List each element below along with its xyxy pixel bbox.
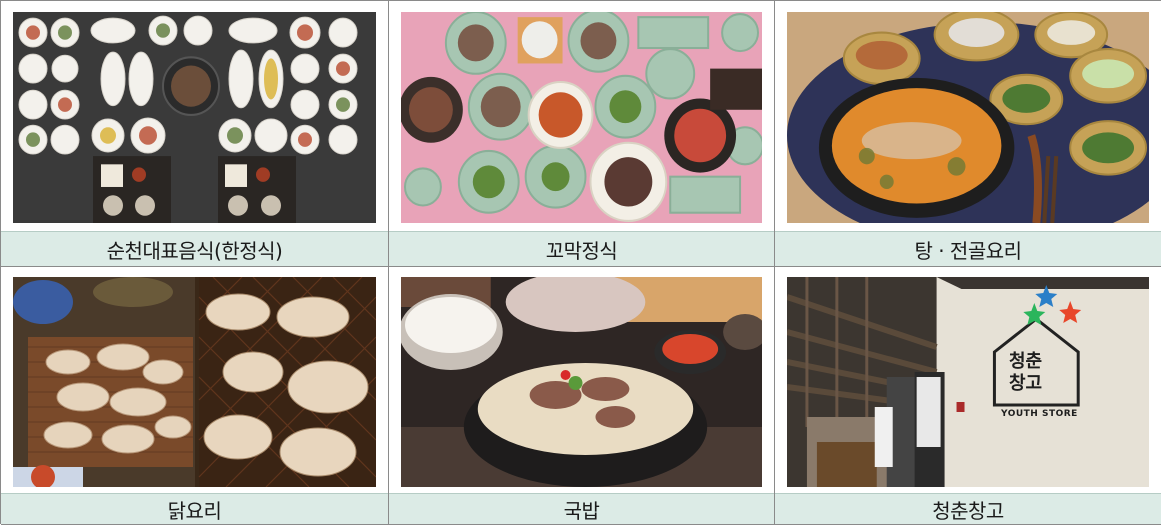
- photo-tang: [787, 12, 1149, 223]
- cell-gukbap[interactable]: 국밥: [389, 267, 775, 525]
- tang-image: [787, 12, 1149, 223]
- caption-chicken: 닭요리: [1, 493, 388, 524]
- food-grid: 순천대표음식(한정식) 꼬막정식 탕 · 전골요리 닭요리 국밥 청춘 창고 Y…: [0, 0, 1161, 525]
- caption-youth-store: 청춘창고: [775, 493, 1161, 524]
- photo-hanjeongsik: [13, 12, 376, 223]
- cell-kkomak[interactable]: 꼬막정식: [389, 1, 775, 267]
- caption-hanjeongsik: 순천대표음식(한정식): [1, 231, 388, 266]
- hanjeongsik-image: [13, 12, 376, 223]
- caption-tang: 탕 · 전골요리: [775, 231, 1161, 266]
- cell-youth-store[interactable]: 청춘 창고 YOUTH STORE 청춘창고: [775, 267, 1161, 525]
- photo-youth-store: 청춘 창고 YOUTH STORE: [787, 277, 1149, 487]
- logo-sub: YOUTH STORE: [1001, 409, 1078, 419]
- caption-kkomak: 꼬막정식: [389, 231, 774, 266]
- youth-store-image: [787, 277, 1149, 487]
- photo-gukbap: [401, 277, 762, 487]
- kkomak-image: [401, 12, 762, 223]
- gukbap-image: [401, 277, 762, 487]
- caption-gukbap: 국밥: [389, 493, 774, 524]
- cell-tang[interactable]: 탕 · 전골요리: [775, 1, 1161, 267]
- photo-chicken: [13, 277, 376, 487]
- photo-kkomak: [401, 12, 762, 223]
- chicken-image: [13, 277, 376, 487]
- cell-hanjeongsik[interactable]: 순천대표음식(한정식): [1, 1, 389, 267]
- cell-chicken[interactable]: 닭요리: [1, 267, 389, 525]
- logo-line2: 창고: [1009, 373, 1043, 394]
